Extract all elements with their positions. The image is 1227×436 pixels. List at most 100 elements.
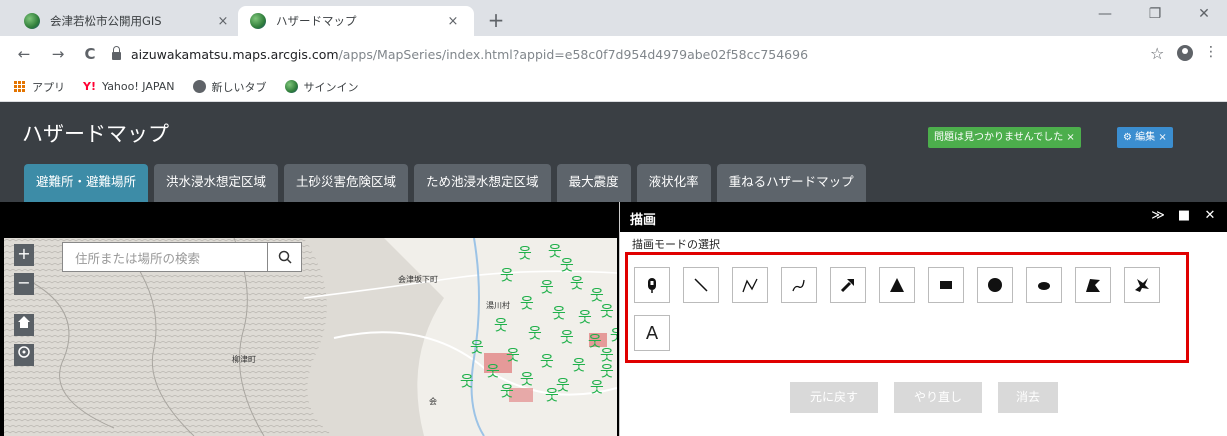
zoom-out-button[interactable]: − <box>14 273 34 295</box>
shelter-marker-icon[interactable]: 웃 <box>572 356 586 374</box>
map-label-village: 湯川村 <box>486 301 510 310</box>
triangle-tool-button[interactable] <box>879 267 915 303</box>
browser-tab-strip: 会津若松市公開用GIS × ハザードマップ × + — ❐ ✕ <box>0 0 1227 36</box>
minimize-button[interactable]: — <box>1090 6 1120 22</box>
close-icon[interactable]: ✕ <box>1202 208 1218 223</box>
gis-favicon-icon <box>24 13 40 29</box>
shelter-marker-icon[interactable]: 웃 <box>500 382 514 400</box>
tab-max-intensity[interactable]: 最大震度 <box>556 164 631 202</box>
forward-button[interactable]: → <box>48 45 68 63</box>
shelter-marker-icon[interactable]: 웃 <box>540 278 554 296</box>
shelter-marker-icon[interactable]: 웃 <box>610 326 617 344</box>
tab-landslide[interactable]: 土砂災害危険区域 <box>284 164 409 202</box>
app-header: ハザードマップ 問題は見つかりませんでした × ⚙ 編集 × 避難所・避難場所 … <box>0 102 1227 202</box>
collapse-icon[interactable]: ≫ <box>1150 208 1166 223</box>
bookmarks-bar: アプリ Y! Yahoo! JAPAN 新しいタブ サインイン <box>0 72 1227 102</box>
line-icon <box>694 278 708 292</box>
shelter-marker-icon[interactable]: 웃 <box>578 308 592 326</box>
browser-tab-gis[interactable]: 会津若松市公開用GIS × <box>12 6 244 36</box>
bookmark-label: サインイン <box>303 80 359 94</box>
shelter-marker-icon[interactable]: 웃 <box>600 346 614 364</box>
new-tab-button[interactable]: + <box>484 8 508 32</box>
window-close-button[interactable]: ✕ <box>1189 6 1219 22</box>
status-notice-badge[interactable]: 問題は見つかりませんでした × <box>928 127 1081 148</box>
app-title: ハザードマップ <box>22 122 169 146</box>
back-button[interactable]: ← <box>14 45 34 63</box>
map-label-town: 柳津町 <box>232 355 256 364</box>
home-button[interactable] <box>14 314 34 336</box>
address-bar[interactable]: aizuwakamatsu.maps.arcgis.com/apps/MapSe… <box>112 42 1182 66</box>
tab-close-icon[interactable]: × <box>214 14 232 29</box>
search-input[interactable]: 住所または場所の検索 <box>63 248 267 267</box>
shelter-marker-icon[interactable]: 웃 <box>518 244 532 262</box>
restore-button[interactable]: ❐ <box>1140 6 1170 22</box>
tab-shelters[interactable]: 避難所・避難場所 <box>24 164 149 202</box>
shelter-marker-icon[interactable]: 웃 <box>520 370 534 388</box>
shelter-marker-icon[interactable]: 웃 <box>600 302 614 320</box>
circle-tool-button[interactable] <box>977 267 1013 303</box>
tab-liquefaction[interactable]: 液状化率 <box>636 164 711 202</box>
freehand-line-tool-button[interactable] <box>781 267 817 303</box>
shelter-marker-icon[interactable]: 웃 <box>545 386 559 404</box>
polygon-icon <box>1086 279 1100 292</box>
shelter-marker-icon[interactable]: 웃 <box>590 378 604 396</box>
redo-button[interactable]: やり直し <box>894 382 982 413</box>
shelter-marker-icon[interactable]: 웃 <box>540 352 554 370</box>
polygon-tool-button[interactable] <box>1075 267 1111 303</box>
draw-tool-grid: A <box>625 252 1189 363</box>
shelter-marker-icon[interactable]: 웃 <box>506 346 520 364</box>
undo-button[interactable]: 元に戻す <box>790 382 878 413</box>
shelter-marker-icon[interactable]: 웃 <box>536 238 550 240</box>
yahoo-icon: Y! <box>83 80 96 93</box>
triangle-icon <box>890 278 904 292</box>
locate-icon <box>18 346 30 358</box>
bookmark-star-icon[interactable]: ☆ <box>1150 44 1164 63</box>
browser-menu-icon[interactable]: ⋮ <box>1204 44 1218 60</box>
tab-flood[interactable]: 洪水浸水想定区域 <box>154 164 279 202</box>
shelter-marker-icon[interactable]: 웃 <box>570 274 584 292</box>
rectangle-tool-button[interactable] <box>928 267 964 303</box>
bookmark-new-tab[interactable]: 新しいタブ <box>192 79 267 95</box>
bookmark-label: Yahoo! JAPAN <box>101 80 175 93</box>
arrow-tool-button[interactable] <box>830 267 866 303</box>
bookmark-yahoo[interactable]: Y! Yahoo! JAPAN <box>83 80 175 93</box>
locate-button[interactable] <box>14 344 34 366</box>
zoom-in-button[interactable]: + <box>14 244 34 266</box>
clear-button[interactable]: 消去 <box>998 382 1058 413</box>
shelter-marker-icon[interactable]: 웃 <box>520 294 534 312</box>
bookmark-signin[interactable]: サインイン <box>284 79 359 95</box>
account-icon[interactable] <box>1177 45 1193 61</box>
draw-panel-header: 描画 ≫ ■ ✕ <box>620 202 1227 232</box>
maximize-icon[interactable]: ■ <box>1176 208 1192 223</box>
shelter-marker-icon[interactable]: 웃 <box>494 316 508 334</box>
tab-close-icon[interactable]: × <box>444 14 462 29</box>
tab-title: 会津若松市公開用GIS <box>50 14 162 28</box>
shelter-marker-icon[interactable]: 웃 <box>460 372 474 390</box>
line-tool-button[interactable] <box>683 267 719 303</box>
shelter-marker-icon[interactable]: 웃 <box>470 338 484 356</box>
circle-icon <box>988 278 1002 292</box>
freehand-polygon-tool-button[interactable] <box>1124 267 1160 303</box>
shelter-marker-icon[interactable]: 웃 <box>500 266 514 284</box>
shelter-marker-icon[interactable]: 웃 <box>552 304 566 322</box>
panel-title: 描画 <box>630 213 657 228</box>
edit-button[interactable]: ⚙ 編集 × <box>1117 127 1173 148</box>
tab-reservoir[interactable]: ため池浸水想定区域 <box>414 164 551 202</box>
tab-title: ハザードマップ <box>276 14 357 28</box>
search-button[interactable] <box>267 243 301 271</box>
map-series-tabs: 避難所・避難場所 洪水浸水想定区域 土砂災害危険区域 ため池浸水想定区域 最大震… <box>24 164 872 202</box>
shelter-marker-icon[interactable]: 웃 <box>528 324 542 342</box>
shelter-marker-icon[interactable]: 웃 <box>560 328 574 346</box>
browser-tab-hazard-map[interactable]: ハザードマップ × <box>238 6 474 36</box>
bookmark-apps[interactable]: アプリ <box>14 79 65 95</box>
reload-button[interactable]: C <box>80 45 100 63</box>
shelter-marker-icon[interactable]: 웃 <box>560 256 574 274</box>
map-view[interactable]: 웃웃웃웃웃웃웃웃웃웃웃웃웃웃웃웃웃웃웃웃웃웃웃웃웃웃웃웃웃웃 + − 住所または… <box>4 238 617 436</box>
polyline-tool-button[interactable] <box>732 267 768 303</box>
text-tool-button[interactable]: A <box>634 315 670 351</box>
shelter-marker-icon[interactable]: 웃 <box>486 362 500 380</box>
ellipse-icon <box>1038 282 1050 290</box>
tab-overlay-hazard[interactable]: 重ねるハザードマップ <box>716 164 866 202</box>
ellipse-tool-button[interactable] <box>1026 267 1062 303</box>
point-tool-button[interactable] <box>634 267 670 303</box>
